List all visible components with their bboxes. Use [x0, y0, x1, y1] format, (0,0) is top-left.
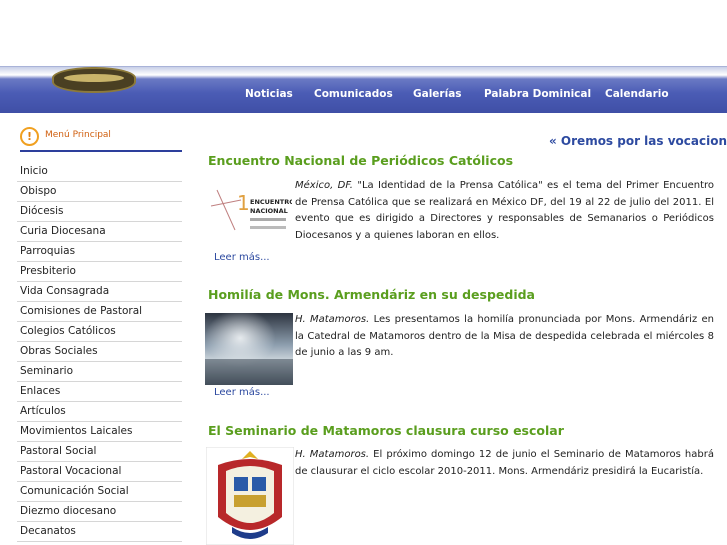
article-title[interactable]: Encuentro Nacional de Periódicos Católic…	[208, 153, 513, 168]
menu-item-curia-diocesana[interactable]: Curia Diocesana	[17, 222, 182, 242]
nav-comunicados[interactable]: Comunicados	[314, 88, 393, 100]
menu-item-obispo[interactable]: Obispo	[17, 182, 182, 202]
article-thumbnail[interactable]	[205, 313, 293, 385]
site-logo[interactable]	[52, 67, 136, 93]
menu-header: ! Menú Principal	[20, 126, 182, 152]
article-summary: H. Matamoros. El próximo domingo 12 de j…	[295, 449, 714, 477]
menu-item-pastoral-social[interactable]: Pastoral Social	[17, 442, 182, 462]
article-thumbnail[interactable]	[206, 447, 294, 545]
menu-item-enlaces[interactable]: Enlaces	[17, 382, 182, 402]
article-thumbnail[interactable]: 1 ENCUENTRO NACIONAL	[207, 180, 292, 238]
menu-item-vida-consagrada[interactable]: Vida Consagrada	[17, 282, 182, 302]
main-menu: Inicio Obispo Diócesis Curia Diocesana P…	[17, 162, 182, 542]
menu-item-movimientos-laicales[interactable]: Movimientos Laicales	[17, 422, 182, 442]
nav-palabra-dominical[interactable]: Palabra Dominical	[484, 88, 591, 100]
menu-item-seminario[interactable]: Seminario	[17, 362, 182, 382]
menu-item-comunicacion-social[interactable]: Comunicación Social	[17, 482, 182, 502]
article-summary: México, DF. "La Identidad de la Prensa C…	[295, 180, 715, 241]
article-title[interactable]: El Seminario de Matamoros clausura curso…	[208, 423, 564, 438]
menu-item-pastoral-vocacional[interactable]: Pastoral Vocacional	[17, 462, 182, 482]
thumb-number: 1	[237, 191, 250, 215]
exclamation-icon: !	[20, 127, 39, 146]
read-more-link[interactable]: Leer más...	[214, 252, 270, 263]
menu-item-diezmo-diocesano[interactable]: Diezmo diocesano	[17, 502, 182, 522]
article-title[interactable]: Homilía de Mons. Armendáriz en su desped…	[208, 287, 535, 302]
nav-galerias[interactable]: Galerías	[413, 88, 462, 100]
menu-item-inicio[interactable]: Inicio	[17, 162, 182, 182]
menu-item-presbiterio[interactable]: Presbiterio	[17, 262, 182, 282]
nav-noticias[interactable]: Noticias	[245, 88, 293, 100]
thumb-line-1: ENCUENTRO	[250, 198, 292, 206]
menu-item-articulos[interactable]: Artículos	[17, 402, 182, 422]
menu-item-diocesis[interactable]: Diócesis	[17, 202, 182, 222]
thumb-line-2: NACIONAL	[250, 207, 288, 215]
scrolling-announcement[interactable]: « Oremos por las vocacione	[549, 134, 727, 148]
menu-item-parroquias[interactable]: Parroquias	[17, 242, 182, 262]
nav-calendario[interactable]: Calendario	[605, 88, 669, 100]
menu-item-colegios-catolicos[interactable]: Colegios Católicos	[17, 322, 182, 342]
menu-title: Menú Principal	[45, 130, 111, 140]
menu-item-obras-sociales[interactable]: Obras Sociales	[17, 342, 182, 362]
menu-item-decanatos[interactable]: Decanatos	[17, 522, 182, 542]
article-summary: H. Matamoros. Les presentamos la homilía…	[295, 314, 714, 358]
read-more-link[interactable]: Leer más...	[214, 387, 270, 398]
menu-item-comisiones-de-pastoral[interactable]: Comisiones de Pastoral	[17, 302, 182, 322]
